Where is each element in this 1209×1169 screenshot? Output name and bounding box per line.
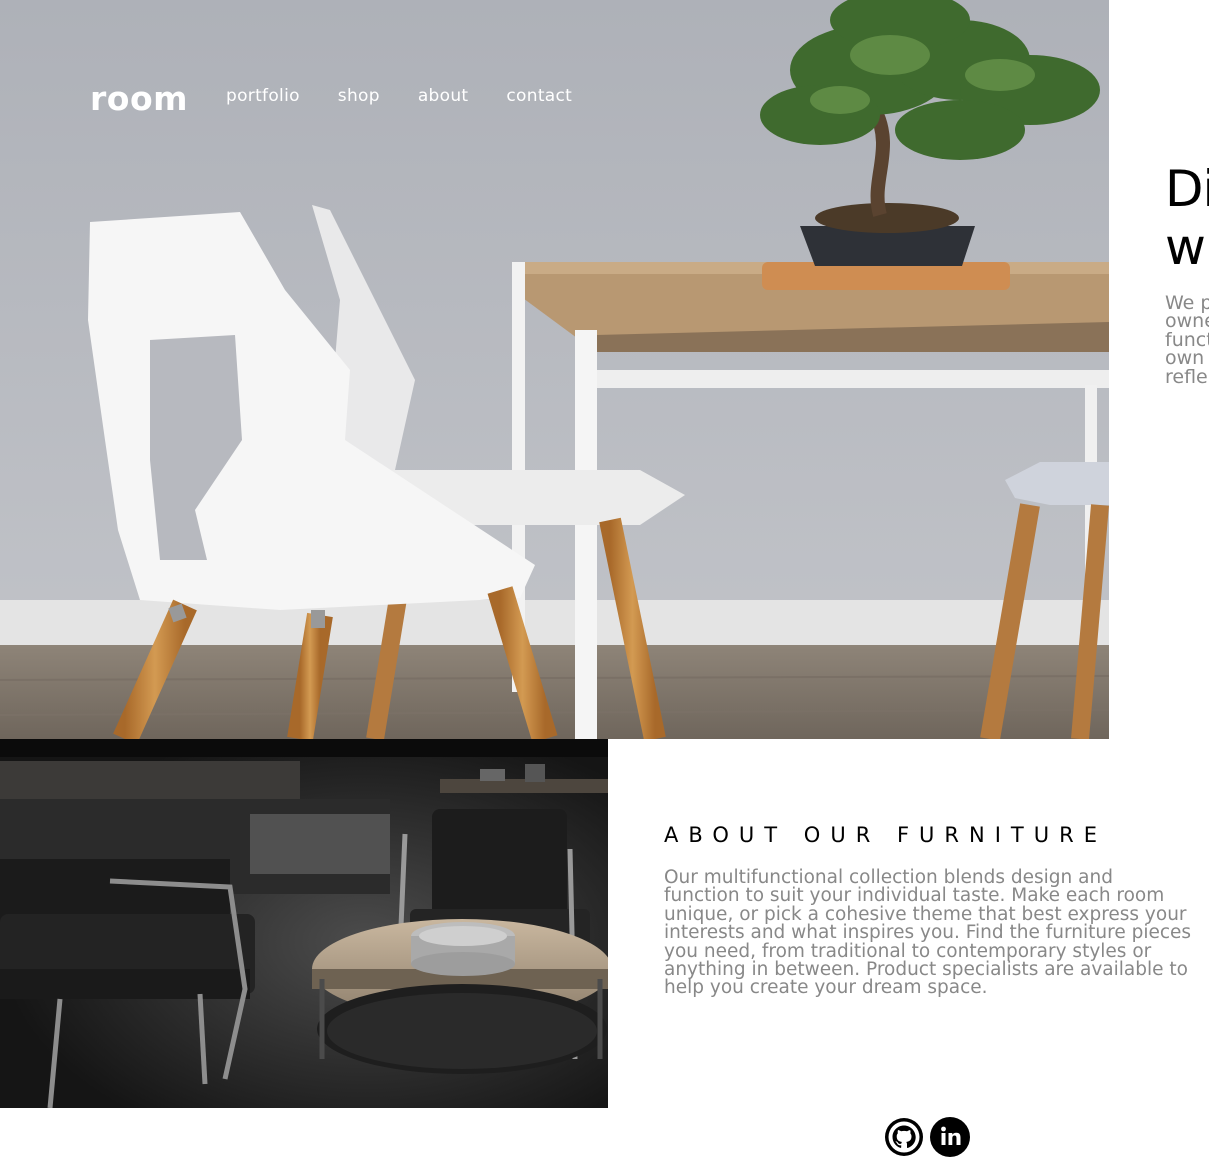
hero-description: We p owne funct own refle	[1165, 292, 1209, 388]
nav-link-shop[interactable]: shop	[338, 86, 380, 106]
about-title: ABOUT OUR FURNITURE	[664, 823, 1107, 847]
hero-text-panel: Di w We p owne funct own refle	[1165, 160, 1209, 420]
hero-image: room portfolio shop about contact	[0, 0, 1109, 739]
nav-link-portfolio[interactable]: portfolio	[226, 86, 300, 106]
github-icon	[885, 1118, 923, 1156]
github-link[interactable]	[884, 1117, 924, 1157]
hero-title: Di w	[1165, 160, 1209, 276]
nav-link-contact[interactable]: contact	[506, 86, 572, 106]
main-nav: room portfolio shop about contact	[90, 76, 610, 120]
linkedin-icon	[930, 1117, 970, 1157]
social-links	[884, 1117, 970, 1157]
logo[interactable]: room	[90, 79, 188, 118]
linkedin-link[interactable]	[930, 1117, 970, 1157]
about-section: ABOUT OUR FURNITURE Our multifunctional …	[664, 820, 1194, 998]
about-body: Our multifunctional collection blends de…	[664, 867, 1192, 999]
about-image	[0, 739, 608, 1108]
nav-link-about[interactable]: about	[418, 86, 469, 106]
